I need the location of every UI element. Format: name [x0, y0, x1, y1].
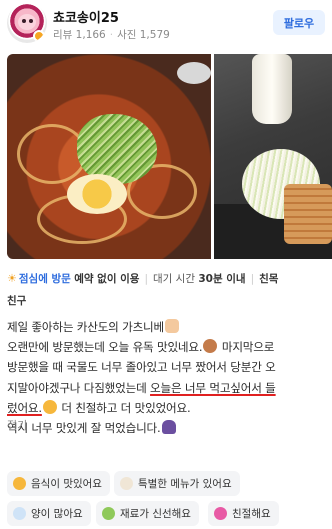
wait-value: 30분 이내	[198, 273, 246, 285]
avatar-face	[18, 14, 36, 30]
avatar-badge-icon	[33, 30, 45, 42]
review-line-6: 역시 너무 맛있게 잘 먹었습니다.	[7, 421, 161, 436]
review-line-4b-highlight: 오늘은 너무 먹고싶어서 들	[150, 380, 276, 395]
reviewer-stats: 리뷰 1,166 · 사진 1,579	[53, 27, 170, 42]
egg-topping	[67, 174, 127, 214]
review-line-2b: 마지막으로	[221, 340, 275, 355]
reviewer-nickname[interactable]: 쵸코송이25	[53, 7, 119, 26]
follow-button[interactable]: 팔로우	[273, 10, 325, 35]
keyword-label: 친절해요	[232, 508, 271, 520]
bowing-person-icon	[203, 339, 218, 354]
keyword-label: 음식이 맛있어요	[31, 478, 102, 490]
keyword-chip-portion: 양이 많아요	[7, 501, 91, 526]
visit-info: ☀ 점심에 방문 예약 없이 이용 | 대기 시간 30분 이내 | 친목 친구	[7, 272, 279, 307]
keyword-chip-menu: 특별한 메뉴가 있어요	[114, 471, 240, 496]
visit-type: 점심에 방문	[18, 273, 71, 285]
keyword-label: 양이 많아요	[31, 508, 83, 520]
review-line-3: 방문했을 때 국물도 너무 졸아있고 너무 짰어서 당분간 오	[7, 360, 276, 375]
sauce-bottle	[252, 54, 292, 124]
smiling-face-icon	[42, 399, 57, 414]
keyword-chip-fresh: 재료가 신선해요	[96, 501, 199, 526]
ghost-icon	[161, 420, 176, 435]
photos-count: 1,579	[139, 29, 170, 41]
review-line-5a-highlight: 렀어요.	[7, 400, 42, 415]
reservation-info: 예약 없이 이용	[74, 273, 140, 285]
review-line-2a: 오랜만에 방문했는데 오늘 유독 맛있네요.	[7, 340, 203, 355]
review-photo-side[interactable]	[214, 54, 332, 259]
companion-tag: 친목	[259, 273, 279, 285]
keyword-chip-food: 음식이 맛있어요	[7, 471, 110, 496]
keyword-chip-kind: 친절해요	[208, 501, 279, 526]
review-line-4a: 지말아야겠구나 다짐했었는데	[7, 380, 151, 395]
companion-tag-2: 친구	[7, 295, 27, 307]
review-photo-main[interactable]	[7, 54, 211, 259]
pork-cutlet	[284, 184, 332, 244]
reviews-count: 1,166	[75, 29, 106, 41]
leaf-icon	[102, 507, 115, 520]
bowl-icon	[13, 507, 26, 520]
sun-icon: ☀	[7, 272, 17, 285]
yum-icon	[13, 477, 26, 490]
review-line-1: 제일 좋아하는 카산도의 가츠니베	[7, 320, 164, 334]
review-text: 제일 좋아하는 카산도의 가츠니베 오랜만에 방문했는데 오늘 유독 맛있네요.…	[7, 317, 329, 438]
photos-label: 사진	[117, 29, 137, 41]
review-header: 쵸코송이25 리뷰 1,166 · 사진 1,579 팔로우	[0, 0, 332, 48]
stats-separator: ·	[109, 29, 114, 41]
avatar[interactable]	[7, 3, 47, 43]
heart-icon	[214, 507, 227, 520]
green-onion-garnish	[77, 114, 157, 184]
reviews-label: 리뷰	[53, 29, 73, 41]
spoon	[177, 62, 211, 84]
thumbs-up-icon	[165, 319, 179, 333]
fold-button[interactable]: 접기	[7, 417, 27, 433]
review-line-5b: 더 친절하고 더 맛있었어요.	[57, 400, 191, 415]
wait-label: 대기 시간	[153, 273, 195, 285]
chef-icon	[120, 477, 133, 490]
keyword-label: 재료가 신선해요	[120, 508, 191, 520]
keyword-label: 특별한 메뉴가 있어요	[138, 478, 232, 490]
